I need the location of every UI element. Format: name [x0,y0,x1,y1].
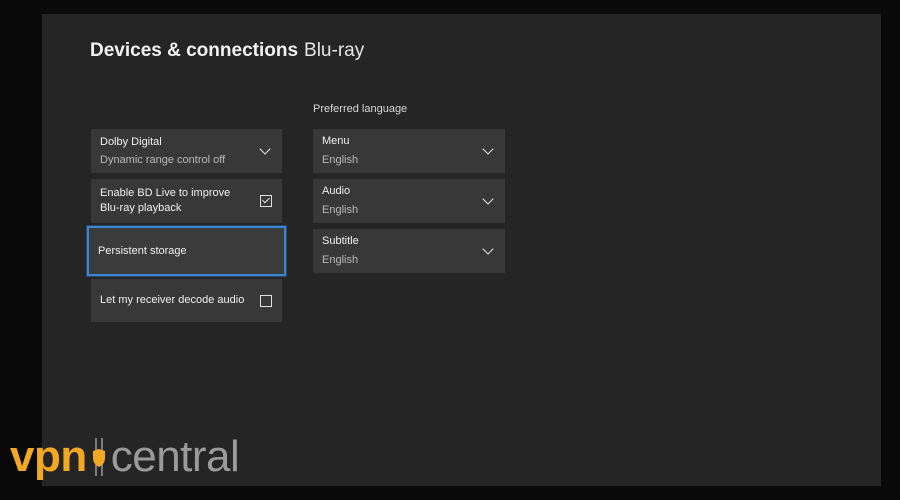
checkbox-checked-icon[interactable] [260,195,272,207]
persistent-storage-button[interactable]: Persistent storage [87,226,286,276]
menu-language-label: Menu [322,135,350,147]
menu-language-value: English [322,154,359,166]
page-title: Devices & connections Blu-ray [90,40,364,62]
dolby-digital-value: Dynamic range control off [100,153,226,166]
chevron-down-icon [482,243,494,255]
dolby-digital-label: Dolby Digital [100,135,162,148]
subtitle-language-label: Subtitle [322,235,359,247]
chevron-down-icon [259,143,271,155]
watermark-brand-b: central [110,432,240,481]
bd-live-label: Enable BD Live to improve Blu-ray playba… [100,187,231,214]
subtitle-language-dropdown[interactable]: Subtitle English [313,229,505,273]
bd-live-toggle[interactable]: Enable BD Live to improve Blu-ray playba… [91,179,282,223]
receiver-decode-toggle[interactable]: Let my receiver decode audio [91,279,282,322]
watermark-brand-a: vpn [10,432,87,481]
vpncentral-watermark: vpn central [10,432,240,482]
audio-language-value: English [322,204,359,216]
menu-language-dropdown[interactable]: Menu English [313,129,505,173]
audio-language-label: Audio [322,185,351,197]
preferred-language-heading: Preferred language [313,103,408,115]
shield-icon [92,438,105,476]
page-title-section: Devices & connections [90,40,299,61]
receiver-decode-label: Let my receiver decode audio [100,294,245,306]
audio-language-dropdown[interactable]: Audio English [313,179,505,223]
chevron-down-icon [482,143,494,155]
chevron-down-icon [482,193,494,205]
dolby-digital-dropdown[interactable]: Dolby Digital Dynamic range control off [91,129,282,173]
settings-screen: Devices & connections Blu-ray Dolby Digit… [42,14,881,486]
subtitle-language-value: English [322,254,359,266]
checkbox-unchecked-icon[interactable] [260,294,272,307]
persistent-storage-label: Persistent storage [98,244,187,257]
page-title-subsection: Blu-ray [304,40,365,61]
